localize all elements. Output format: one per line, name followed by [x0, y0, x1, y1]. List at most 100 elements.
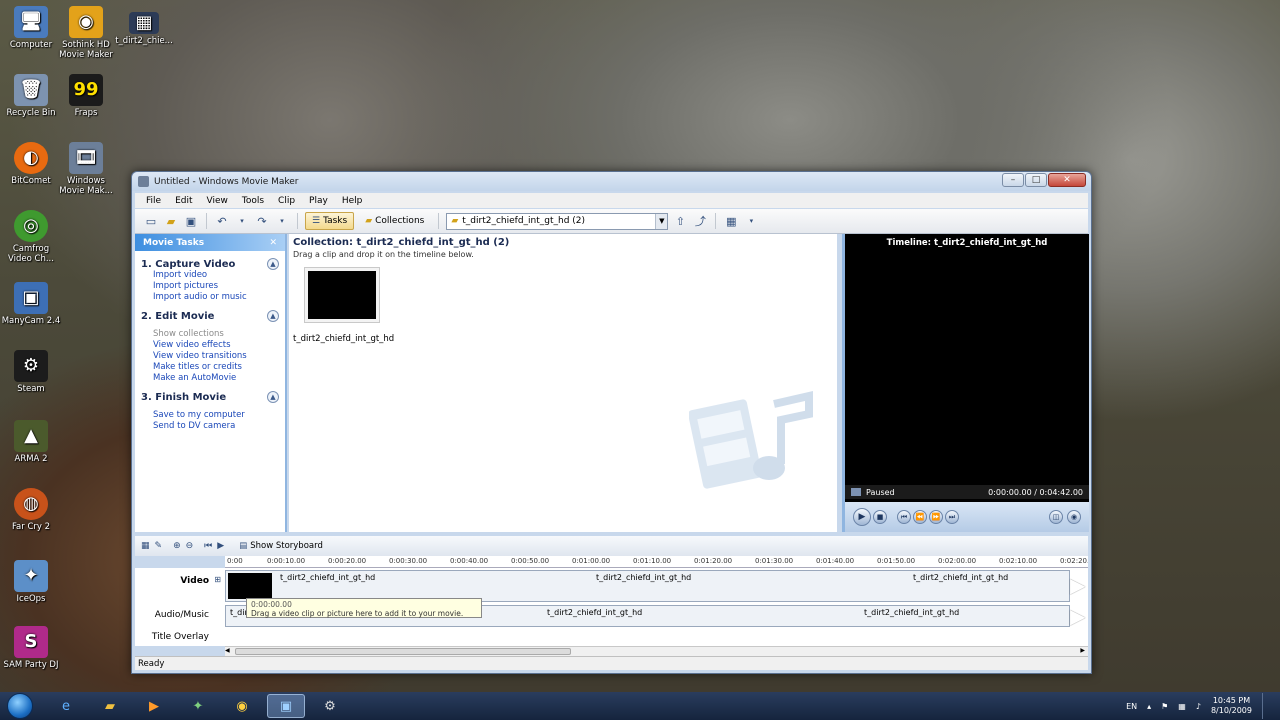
scrollbar-thumb[interactable]	[235, 648, 571, 655]
task-link-import-pictures[interactable]: Import pictures	[141, 281, 279, 292]
set-audio-levels-icon[interactable]: ▦	[141, 541, 150, 551]
start-button[interactable]	[7, 693, 33, 719]
show-storyboard-button[interactable]: ▤ Show Storyboard	[239, 541, 323, 551]
menu-edit[interactable]: Edit	[168, 196, 199, 206]
desktop-icon-camfrog[interactable]: ◎ Camfrog Video Ch...	[0, 210, 62, 264]
save-project-icon[interactable]: ▣	[183, 213, 199, 229]
narrate-timeline-icon[interactable]: ✎	[155, 541, 163, 551]
task-link-import-video[interactable]: Import video	[141, 270, 279, 281]
clip-label[interactable]: t_dirt2_chiefd_int_gt_hd	[293, 334, 394, 344]
window-titlebar[interactable]: Untitled - Windows Movie Maker – □ ✕	[132, 172, 1091, 191]
network-app-icon[interactable]: ✦	[179, 694, 217, 718]
storyboard-icon: ▤	[239, 541, 248, 551]
next-frame-icon[interactable]: ⏭	[945, 510, 959, 524]
menu-view[interactable]: View	[200, 196, 235, 206]
redo-dropdown-icon[interactable]: ▾	[274, 213, 290, 229]
desktop-icon-recycle-bin[interactable]: 🗑 Recycle Bin	[0, 74, 62, 118]
task-group-title[interactable]: 1. Capture Video ▲	[141, 258, 279, 270]
zoom-in-icon[interactable]: ⊕	[173, 541, 181, 551]
task-link-video-effects[interactable]: View video effects	[141, 340, 279, 351]
task-group-title[interactable]: 2. Edit Movie ▲	[141, 310, 279, 322]
desktop-icon-arma2[interactable]: ▲ ARMA 2	[0, 420, 62, 464]
clock[interactable]: 10:45 PM 8/10/2009	[1211, 696, 1252, 716]
views-icon[interactable]: ▦	[723, 213, 739, 229]
language-indicator[interactable]: EN	[1126, 702, 1137, 711]
desktop-icon-farcry2[interactable]: ◍ Far Cry 2	[0, 488, 62, 532]
task-link-automovie[interactable]: Make an AutoMovie	[141, 373, 279, 384]
chevron-down-icon[interactable]: ▼	[655, 213, 668, 229]
take-picture-icon[interactable]: ◉	[1067, 510, 1081, 524]
zoom-out-icon[interactable]: ⊖	[186, 541, 194, 551]
tasks-button[interactable]: ☰ Tasks	[305, 212, 355, 230]
clip-thumbnail[interactable]	[305, 268, 379, 322]
task-link-save-computer[interactable]: Save to my computer	[141, 410, 279, 421]
scroll-right-icon[interactable]: ▶	[1080, 647, 1085, 654]
maximize-button[interactable]: □	[1025, 173, 1047, 187]
task-link-titles-credits[interactable]: Make titles or credits	[141, 362, 279, 373]
internet-explorer-icon[interactable]: e	[47, 694, 85, 718]
title-overlay-track[interactable]	[225, 630, 1070, 644]
desktop-icon-windows-movie-maker[interactable]: 🎞 Windows Movie Mak...	[55, 142, 117, 196]
volume-icon[interactable]: ♪	[1196, 702, 1201, 711]
task-group-title[interactable]: 3. Finish Movie ▲	[141, 391, 279, 403]
film-reel-taskbar-icon[interactable]: ⚙	[311, 694, 349, 718]
desktop-icon-iceops[interactable]: ✦ IceOps	[0, 560, 62, 604]
previous-frame-icon[interactable]: ⏮	[897, 510, 911, 524]
expand-track-icon[interactable]: ⊞	[214, 575, 221, 584]
stop-icon[interactable]: ■	[873, 510, 887, 524]
up-one-level-icon[interactable]: ⇧	[672, 213, 688, 229]
rewind-icon[interactable]: ⏪	[913, 510, 927, 524]
menu-help[interactable]: Help	[335, 196, 370, 206]
desktop-icon-steam[interactable]: ⚙ Steam	[0, 350, 62, 394]
desktop-icon-sothink[interactable]: ◉ Sothink HD Movie Maker	[55, 6, 117, 60]
menu-clip[interactable]: Clip	[271, 196, 302, 206]
tasks-button-label: Tasks	[323, 216, 348, 226]
menu-play[interactable]: Play	[302, 196, 335, 206]
media-player-icon[interactable]: ▶	[135, 694, 173, 718]
close-tasks-icon[interactable]: ✕	[269, 238, 277, 248]
task-link-video-transitions[interactable]: View video transitions	[141, 351, 279, 362]
rewind-timeline-icon[interactable]: ⏮	[204, 541, 212, 551]
task-link-import-audio[interactable]: Import audio or music	[141, 292, 279, 303]
desktop-icon-fraps[interactable]: 99 Fraps	[55, 74, 117, 118]
new-collection-folder-icon[interactable]: ⤴	[692, 213, 708, 229]
movie-maker-taskbar-icon[interactable]: ▣	[267, 694, 305, 718]
action-center-icon[interactable]: ⚑	[1161, 702, 1168, 711]
undo-dropdown-icon[interactable]: ▾	[234, 213, 250, 229]
collections-button[interactable]: ▰ Collections	[358, 212, 431, 230]
undo-icon[interactable]: ↶	[214, 213, 230, 229]
views-dropdown-icon[interactable]: ▾	[743, 213, 759, 229]
desktop-icon-computer[interactable]: 🖥 Computer	[0, 6, 62, 50]
minimize-button[interactable]: –	[1002, 173, 1024, 187]
chrome-icon[interactable]: ◉	[223, 694, 261, 718]
video-clip-thumbnail[interactable]	[228, 573, 272, 599]
desktop-icon-label: IceOps	[16, 594, 46, 604]
redo-icon[interactable]: ↷	[254, 213, 270, 229]
timeline-scrollbar[interactable]: ◀ ▶	[225, 646, 1088, 656]
desktop-icon-manycam[interactable]: ▣ ManyCam 2.4	[0, 282, 62, 326]
collection-select[interactable]: ▰ t_dirt2_chiefd_int_gt_hd (2) ▼	[446, 212, 669, 230]
menu-file[interactable]: File	[139, 196, 168, 206]
timeline-ruler[interactable]: 0:00 0:00:10.00 0:00:20.00 0:00:30.00 0:…	[225, 556, 1088, 568]
desktop-icon-sam-party-dj[interactable]: S SAM Party DJ	[0, 626, 62, 670]
scroll-left-icon[interactable]: ◀	[225, 647, 230, 654]
desktop-icon-video-file[interactable]: ▦ t_dirt2_chie...	[113, 12, 175, 46]
split-clip-icon[interactable]: ◫	[1049, 510, 1063, 524]
fast-forward-icon[interactable]: ⏩	[929, 510, 943, 524]
task-link-send-dv[interactable]: Send to DV camera	[141, 421, 279, 432]
network-icon[interactable]: ▦	[1178, 702, 1186, 711]
open-project-icon[interactable]: ▰	[163, 213, 179, 229]
collapse-up-icon[interactable]: ▲	[267, 310, 279, 322]
collapse-up-icon[interactable]: ▲	[267, 258, 279, 270]
collapse-up-icon[interactable]: ▲	[267, 391, 279, 403]
play-timeline-icon[interactable]: ▶	[217, 541, 224, 551]
arma2-icon: ▲	[14, 420, 48, 452]
play-icon[interactable]: ▶	[853, 508, 871, 526]
tray-chevron-icon[interactable]: ▴	[1147, 702, 1151, 711]
close-button[interactable]: ✕	[1048, 173, 1086, 187]
new-project-icon[interactable]: ▭	[143, 213, 159, 229]
menu-tools[interactable]: Tools	[235, 196, 271, 206]
show-desktop-button[interactable]	[1262, 693, 1272, 719]
file-explorer-icon[interactable]: ▰	[91, 694, 129, 718]
desktop-icon-bitcomet[interactable]: ◐ BitComet	[0, 142, 62, 186]
